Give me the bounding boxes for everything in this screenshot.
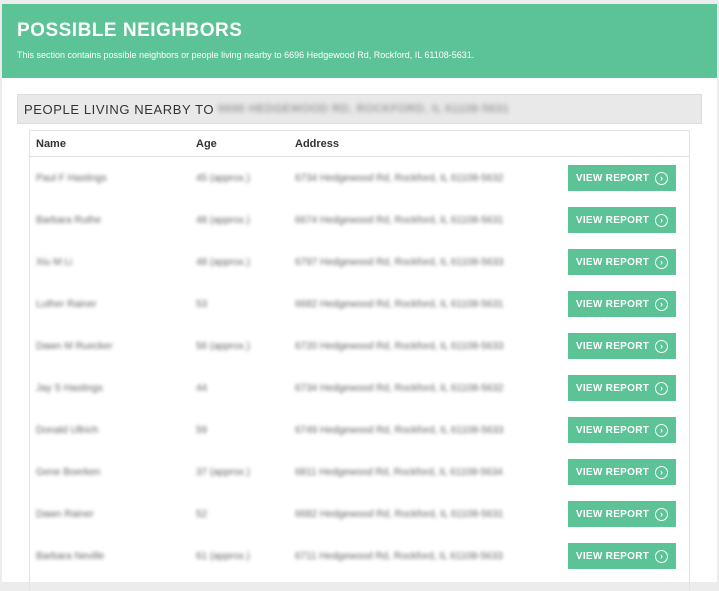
- chevron-right-circle-icon: ›: [655, 213, 669, 227]
- table-row: Donald Ullrich 59 6749 Hedgewood Rd, Rockf…: [30, 409, 689, 451]
- neighbor-address: 6674 Hedgewood Rd, Rockford, IL 61108-56…: [295, 214, 504, 226]
- neighbor-name: Barbara Ruthe: [36, 214, 102, 226]
- neighbor-age: 37 (approx.): [196, 466, 250, 478]
- view-report-label: VIEW REPORT: [575, 466, 650, 478]
- neighbor-name: Luther Rainer: [36, 298, 97, 310]
- view-report-button[interactable]: VIEW REPORT ›: [568, 249, 676, 275]
- table-row: Dawn M Ruecker 56 (approx.) 6720 Hedgewood…: [30, 325, 689, 367]
- neighbor-address: 6682 Hedgewood Rd, Rockford, IL 61108-56…: [295, 298, 504, 310]
- view-report-button[interactable]: VIEW REPORT ›: [568, 501, 676, 527]
- chevron-right-circle-icon: ›: [655, 255, 669, 269]
- content: PEOPLE LIVING NEARBY TO 6696 HEDGEWOOD R…: [2, 78, 717, 591]
- view-report-label: VIEW REPORT: [575, 172, 650, 184]
- chevron-right-circle-icon: ›: [655, 549, 669, 563]
- neighbor-age: 52: [196, 508, 208, 520]
- view-report-button[interactable]: VIEW REPORT ›: [568, 543, 676, 569]
- table-row: Luther Rainer 53 6682 Hedgewood Rd, Rockfo…: [30, 283, 689, 325]
- table-row: Dawn Rainer 52 6682 Hedgewood Rd, Rockford…: [30, 493, 689, 535]
- view-report-button[interactable]: VIEW REPORT ›: [568, 165, 676, 191]
- neighbor-address: 6749 Hedgewood Rd, Rockford, IL 61108-56…: [295, 424, 504, 436]
- chevron-right-circle-icon: ›: [655, 507, 669, 521]
- header-name: Name: [36, 137, 66, 150]
- neighbor-address: 6811 Hedgewood Rd, Rockford, IL 61108-56…: [295, 466, 503, 478]
- neighbor-age: 59: [196, 424, 208, 436]
- banner-title: POSSIBLE NEIGHBORS: [17, 20, 243, 41]
- neighbor-address: 6711 Hedgewood Rd, Rockford, IL 61108-56…: [295, 550, 503, 562]
- view-report-label: VIEW REPORT: [575, 256, 650, 268]
- view-report-label: VIEW REPORT: [575, 550, 650, 562]
- neighbor-age: 45 (approx.): [196, 172, 250, 184]
- view-report-button[interactable]: VIEW REPORT ›: [568, 459, 676, 485]
- neighbor-address: 6797 Hedgewood Rd, Rockford, IL 61108-56…: [295, 256, 504, 268]
- neighbor-name: Barbara Neville: [36, 550, 105, 562]
- neighbor-address: 6734 Hedgewood Rd, Rockford, IL 61108-56…: [295, 172, 504, 184]
- chevron-right-circle-icon: ›: [655, 423, 669, 437]
- view-report-label: VIEW REPORT: [575, 382, 650, 394]
- section-label: PEOPLE LIVING NEARBY TO: [24, 101, 215, 117]
- neighbor-name: Donald Ullrich: [36, 424, 99, 436]
- neighbor-age: 48 (approx.): [196, 214, 250, 226]
- neighbor-age: 48 (approx.): [196, 256, 250, 268]
- view-report-button[interactable]: VIEW REPORT ›: [568, 375, 676, 401]
- header-address: Address: [295, 137, 340, 150]
- section-address: 6696 HEDGEWOOD RD, ROCKFORD, IL 61108-56…: [218, 103, 510, 115]
- neighbor-age: 44: [196, 382, 208, 394]
- neighbor-address: 6682 Hedgewood Rd, Rockford, IL 61108-56…: [295, 508, 504, 520]
- neighbor-name: Paul F Hastings: [36, 172, 107, 184]
- view-report-button[interactable]: VIEW REPORT ›: [568, 291, 676, 317]
- table-row: Barbara Neville 61 (approx.) 6711 Hedgewoo…: [30, 535, 689, 577]
- neighbor-age: 56 (approx.): [196, 340, 250, 352]
- table-row: Gene Boerken 37 (approx.) 6811 Hedgewood R…: [30, 451, 689, 493]
- view-report-label: VIEW REPORT: [575, 340, 650, 352]
- neighbor-age: 61 (approx.): [196, 550, 250, 562]
- banner: POSSIBLE NEIGHBORS This section contains…: [2, 4, 717, 78]
- neighbors-panel: POSSIBLE NEIGHBORS This section contains…: [2, 4, 717, 591]
- neighbor-age: 53: [196, 298, 208, 310]
- view-report-button[interactable]: VIEW REPORT ›: [568, 333, 676, 359]
- view-report-label: VIEW REPORT: [575, 424, 650, 436]
- view-report-button[interactable]: VIEW REPORT ›: [568, 207, 676, 233]
- neighbor-address: 6734 Hedgewood Rd, Rockford, IL 61108-56…: [295, 382, 504, 394]
- neighbor-name: Xiu M Li: [36, 256, 73, 268]
- neighbor-name: Dawn M Ruecker: [36, 340, 113, 352]
- chevron-right-circle-icon: ›: [655, 465, 669, 479]
- section-header: PEOPLE LIVING NEARBY TO 6696 HEDGEWOOD R…: [17, 94, 702, 124]
- table-body: Paul F Hastings 45 (approx.) 6734 Hedgewoo…: [30, 157, 689, 577]
- neighbor-name: Dawn Rainer: [36, 508, 94, 520]
- neighbor-address: 6720 Hedgewood Rd, Rockford, IL 61108-56…: [295, 340, 504, 352]
- view-report-label: VIEW REPORT: [575, 508, 650, 520]
- neighbors-table: Name Age Address Paul F Hastings 45 (appr…: [29, 130, 690, 591]
- neighbor-name: Jay S Hastings: [36, 382, 103, 394]
- chevron-right-circle-icon: ›: [655, 171, 669, 185]
- view-report-label: VIEW REPORT: [575, 214, 650, 226]
- table-row: Barbara Ruthe 48 (approx.) 6674 Hedgewood …: [30, 199, 689, 241]
- chevron-right-circle-icon: ›: [655, 297, 669, 311]
- banner-subtitle: This section contains possible neighbors…: [17, 50, 475, 60]
- chevron-right-circle-icon: ›: [655, 381, 669, 395]
- table-row: Paul F Hastings 45 (approx.) 6734 Hedgewoo…: [30, 157, 689, 199]
- table-row: Jay S Hastings 44 6734 Hedgewood Rd, Rockf…: [30, 367, 689, 409]
- chevron-right-circle-icon: ›: [655, 339, 669, 353]
- neighbor-name: Gene Boerken: [36, 466, 101, 478]
- table-row: Xiu M Li 48 (approx.) 6797 Hedgewood Rd, R…: [30, 241, 689, 283]
- view-report-label: VIEW REPORT: [575, 298, 650, 310]
- table-header: Name Age Address: [30, 131, 689, 157]
- header-age: Age: [196, 137, 217, 150]
- view-report-button[interactable]: VIEW REPORT ›: [568, 417, 676, 443]
